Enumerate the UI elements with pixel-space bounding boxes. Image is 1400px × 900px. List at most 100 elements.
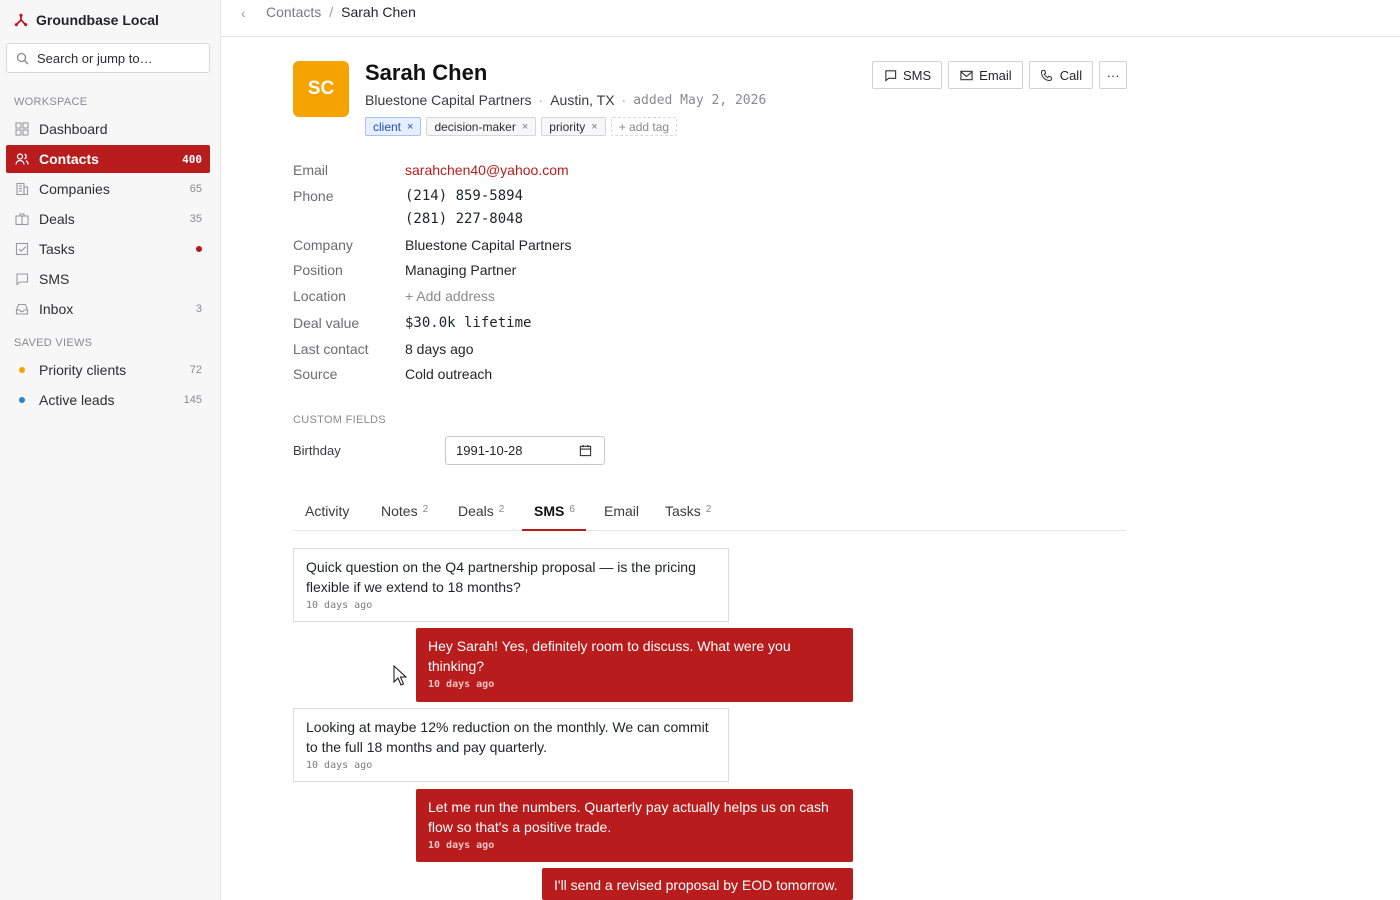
- search-placeholder: Search or jump to…: [37, 50, 153, 66]
- button-label: SMS: [903, 67, 932, 83]
- button-label: Call: [1059, 67, 1083, 83]
- sms-message-outgoing: I'll send a revised proposal by EOD tomo…: [542, 868, 853, 900]
- remove-tag-icon[interactable]: ×: [522, 121, 528, 133]
- message-time: 10 days ago: [306, 760, 373, 771]
- sidebar-item-companies[interactable]: Companies 65: [6, 175, 210, 203]
- sidebar-item-count: 3: [195, 303, 202, 315]
- tag-label: priority: [549, 119, 586, 134]
- search-input[interactable]: Search or jump to…: [6, 43, 210, 73]
- tag-priority[interactable]: priority ×: [541, 117, 606, 136]
- sidebar-item-tasks[interactable]: Tasks: [6, 235, 210, 263]
- birthday-value: 1991-10-28: [456, 443, 523, 458]
- sidebar: Groundbase Local Search or jump to… WORK…: [0, 0, 221, 900]
- sidebar-item-inbox[interactable]: Inbox 3: [6, 295, 210, 323]
- message-time: 10 days ago: [428, 679, 495, 690]
- deal-value-label: Deal value: [293, 315, 360, 331]
- tab-count: 6: [569, 504, 575, 515]
- logo-icon: [14, 13, 28, 27]
- sidebar-item-dashboard[interactable]: Dashboard: [6, 115, 210, 143]
- sidebar-item-sms[interactable]: SMS: [6, 265, 210, 293]
- tag-label: decision-maker: [434, 119, 516, 134]
- sidebar-item-label: Tasks: [39, 241, 75, 257]
- email-label: Email: [293, 162, 329, 178]
- more-button[interactable]: ···: [1099, 61, 1128, 89]
- checkbox-icon: [15, 242, 29, 256]
- breadcrumb: Contacts / Sarah Chen: [266, 4, 416, 20]
- sms-button[interactable]: SMS: [872, 61, 943, 89]
- tag-client[interactable]: client ×: [365, 117, 422, 136]
- saved-view-count: 145: [183, 394, 202, 406]
- sidebar-item-count: 35: [189, 213, 202, 225]
- company-value[interactable]: Bluestone Capital Partners: [405, 237, 572, 253]
- phone-label: Phone: [293, 188, 334, 204]
- dot-icon: [15, 363, 29, 377]
- separator: ·: [538, 92, 544, 108]
- location-label: Location: [293, 288, 346, 304]
- sidebar-item-label: Companies: [39, 181, 110, 197]
- breadcrumb-separator: /: [329, 4, 334, 20]
- email-button[interactable]: Email: [948, 61, 1023, 89]
- phone-secondary[interactable]: (281) 227-8048: [405, 211, 523, 227]
- breadcrumb-parent[interactable]: Contacts: [266, 4, 321, 20]
- tag-label: client: [373, 119, 402, 134]
- status-badge: [196, 246, 202, 252]
- tag-decision-maker[interactable]: decision-maker ×: [426, 117, 537, 136]
- sms-message-incoming: Looking at maybe 12% reduction on the mo…: [293, 708, 729, 782]
- sidebar-item-deals[interactable]: Deals 35: [6, 205, 210, 233]
- sidebar-item-count: 65: [189, 183, 202, 195]
- sidebar-item-label: Contacts: [39, 151, 99, 167]
- tab-email[interactable]: Email: [604, 498, 639, 531]
- saved-views-label: SAVED VIEWS: [14, 337, 93, 349]
- building-icon: [15, 182, 29, 196]
- tab-deals[interactable]: Deals 2: [458, 498, 504, 531]
- briefcase-icon: [15, 212, 29, 226]
- email-link[interactable]: sarahchen40@yahoo.com: [405, 162, 569, 178]
- sidebar-item-contacts[interactable]: Contacts 400: [6, 145, 210, 173]
- last-contact-label: Last contact: [293, 341, 369, 357]
- saved-view-label: Priority clients: [39, 362, 127, 378]
- app-name: Groundbase Local: [36, 12, 159, 28]
- saved-view-label: Active leads: [39, 392, 115, 408]
- calendar-icon[interactable]: [578, 443, 592, 457]
- remove-tag-icon[interactable]: ×: [591, 121, 597, 133]
- add-tag-button[interactable]: + add tag: [610, 117, 678, 136]
- source-label: Source: [293, 366, 338, 382]
- tab-tasks[interactable]: Tasks 2: [665, 498, 711, 531]
- source-value: Cold outreach: [405, 366, 493, 382]
- sms-message-outgoing: Let me run the numbers. Quarterly pay ac…: [416, 789, 853, 862]
- position-value: Managing Partner: [405, 262, 517, 278]
- deal-value: $30.0k lifetime: [405, 315, 532, 331]
- tab-count: 2: [705, 504, 712, 515]
- message-time: 10 days ago: [306, 600, 373, 611]
- position-label: Position: [293, 262, 343, 278]
- add-address-button[interactable]: + Add address: [405, 288, 495, 304]
- topbar: ‹ Contacts / Sarah Chen: [221, 0, 1400, 37]
- call-button[interactable]: Call: [1028, 61, 1094, 89]
- brand[interactable]: Groundbase Local: [0, 0, 220, 40]
- back-chevron-icon[interactable]: ‹: [241, 5, 246, 21]
- users-icon: [15, 152, 29, 166]
- contact-company[interactable]: Bluestone Capital Partners: [365, 92, 532, 108]
- inbox-icon: [15, 302, 29, 316]
- company-label: Company: [293, 237, 353, 253]
- workspace-label: WORKSPACE: [14, 96, 88, 108]
- separator: ·: [621, 92, 627, 108]
- tab-activity[interactable]: Activity: [305, 498, 349, 531]
- search-icon: [15, 51, 29, 65]
- tab-notes[interactable]: Notes 2: [381, 498, 428, 531]
- tab-sms[interactable]: SMS 6: [522, 498, 586, 531]
- contact-added-date: added May 2, 2026: [633, 92, 767, 108]
- page-title: Sarah Chen: [365, 60, 488, 85]
- phone-icon: [1040, 68, 1054, 82]
- saved-view-active-leads[interactable]: Active leads 145: [6, 386, 210, 414]
- birthday-date-input[interactable]: 1991-10-28: [445, 436, 605, 465]
- mail-icon: [959, 68, 973, 82]
- tab-label: Deals: [458, 503, 494, 519]
- saved-view-priority-clients[interactable]: Priority clients 72: [6, 356, 210, 384]
- remove-tag-icon[interactable]: ×: [407, 121, 413, 133]
- sidebar-item-label: Deals: [39, 211, 75, 227]
- sms-message-incoming: Quick question on the Q4 partnership pro…: [293, 548, 729, 622]
- message-text: Looking at maybe 12% reduction on the mo…: [306, 719, 709, 755]
- sidebar-item-count: 400: [182, 152, 202, 166]
- phone-primary[interactable]: (214) 859-5894: [405, 188, 523, 204]
